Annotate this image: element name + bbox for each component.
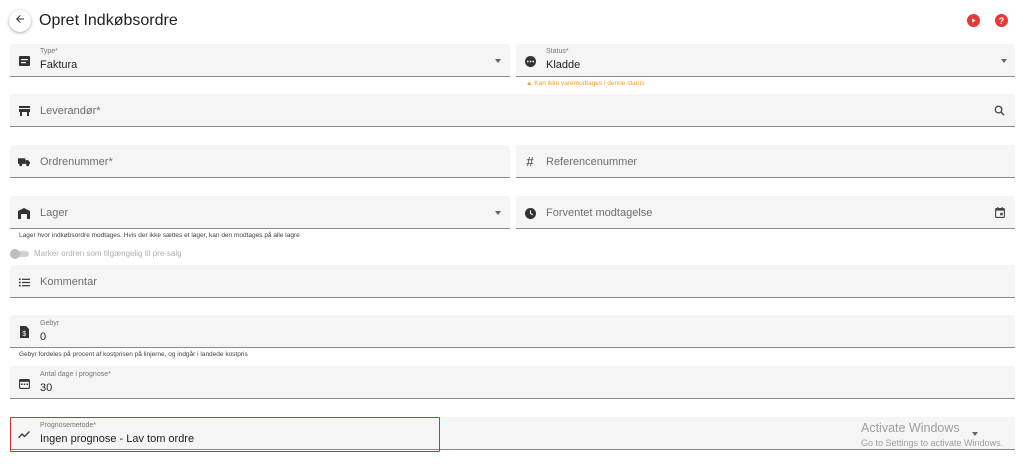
forecast-days-field[interactable]: Antal dage i prognose* 30 — [10, 366, 1015, 399]
fee-value: 0 — [40, 331, 47, 343]
toggle-thumb — [10, 249, 20, 259]
calendar-range-icon — [18, 378, 30, 390]
search-icon[interactable] — [993, 104, 1005, 116]
presale-toggle-label: Marker ordren som tilgængelig til pre-sa… — [34, 249, 182, 258]
calendar-icon[interactable] — [994, 206, 1006, 218]
warehouse-select[interactable]: Lager — [10, 196, 510, 229]
forecast-days-label: Antal dage i prognose* — [40, 371, 111, 378]
more-circle-icon — [524, 55, 536, 67]
type-value: Faktura — [40, 59, 78, 71]
hash-icon: # — [526, 153, 534, 169]
chevron-down-icon — [1001, 59, 1007, 63]
windows-watermark-title: Activate Windows — [861, 421, 960, 435]
svg-text:$: $ — [22, 331, 26, 338]
supplier-field[interactable]: Leverandør* — [10, 94, 1015, 127]
reference-number-placeholder: Referencenummer — [546, 156, 638, 168]
warehouse-placeholder: Lager — [40, 207, 69, 219]
order-number-field[interactable]: Ordrenummer* — [10, 145, 510, 178]
back-button[interactable] — [9, 10, 31, 32]
expected-receipt-placeholder: Forventet modtagelse — [546, 207, 653, 219]
supplier-placeholder: Leverandør* — [40, 105, 101, 117]
fee-label: Gebyr — [40, 320, 60, 327]
money-doc-icon: $ — [18, 326, 30, 338]
page-header: Opret Indkøbsordre ? — [0, 0, 1024, 44]
order-number-placeholder: Ordrenummer* — [40, 156, 113, 168]
page-title: Opret Indkøbsordre — [39, 12, 178, 29]
status-label: Status* — [546, 48, 569, 55]
fee-field[interactable]: $ Gebyr 0 — [10, 315, 1015, 348]
warehouse-helper-text: Lager hvor indkøbsordre modtages. Hvis d… — [19, 232, 300, 239]
arrow-left-icon — [14, 12, 26, 30]
reference-number-field[interactable]: # Referencenummer — [516, 145, 1015, 178]
presale-toggle[interactable] — [10, 249, 30, 259]
chevron-down-icon — [495, 211, 501, 215]
status-select[interactable]: Status* Kladde — [516, 44, 1015, 77]
forecast-days-value: 30 — [40, 382, 53, 394]
status-warning: ▲ Kan ikke varemodtages i denne status — [526, 80, 644, 87]
list-icon — [18, 276, 30, 288]
type-select[interactable]: Type* Faktura — [10, 44, 510, 77]
comment-placeholder: Kommentar — [40, 276, 97, 288]
store-icon — [18, 105, 30, 117]
status-value: Kladde — [546, 59, 581, 71]
expected-receipt-field[interactable]: Forventet modtagelse — [516, 196, 1015, 229]
windows-watermark-subtitle: Go to Settings to activate Windows. — [861, 438, 1004, 448]
receipt-icon — [18, 55, 30, 67]
truck-icon — [18, 156, 30, 168]
purchase-order-page: Opret Indkøbsordre ? Type* Faktura Statu… — [0, 0, 1024, 470]
status-warning-text: Kan ikke varemodtages i denne status — [534, 80, 645, 87]
warehouse-icon — [18, 207, 30, 219]
play-circle-icon[interactable] — [967, 14, 980, 27]
chevron-down-icon — [495, 59, 501, 63]
clock-icon — [524, 207, 536, 219]
fee-helper-text: Gebyr fordeles på procent af kostprisen … — [19, 351, 248, 358]
chevron-down-icon — [972, 432, 978, 436]
forecast-method-highlight — [10, 417, 440, 452]
help-circle-icon[interactable]: ? — [995, 14, 1008, 27]
comment-field[interactable]: Kommentar — [10, 265, 1015, 298]
warning-icon: ▲ — [526, 80, 533, 87]
type-label: Type* — [40, 48, 58, 55]
